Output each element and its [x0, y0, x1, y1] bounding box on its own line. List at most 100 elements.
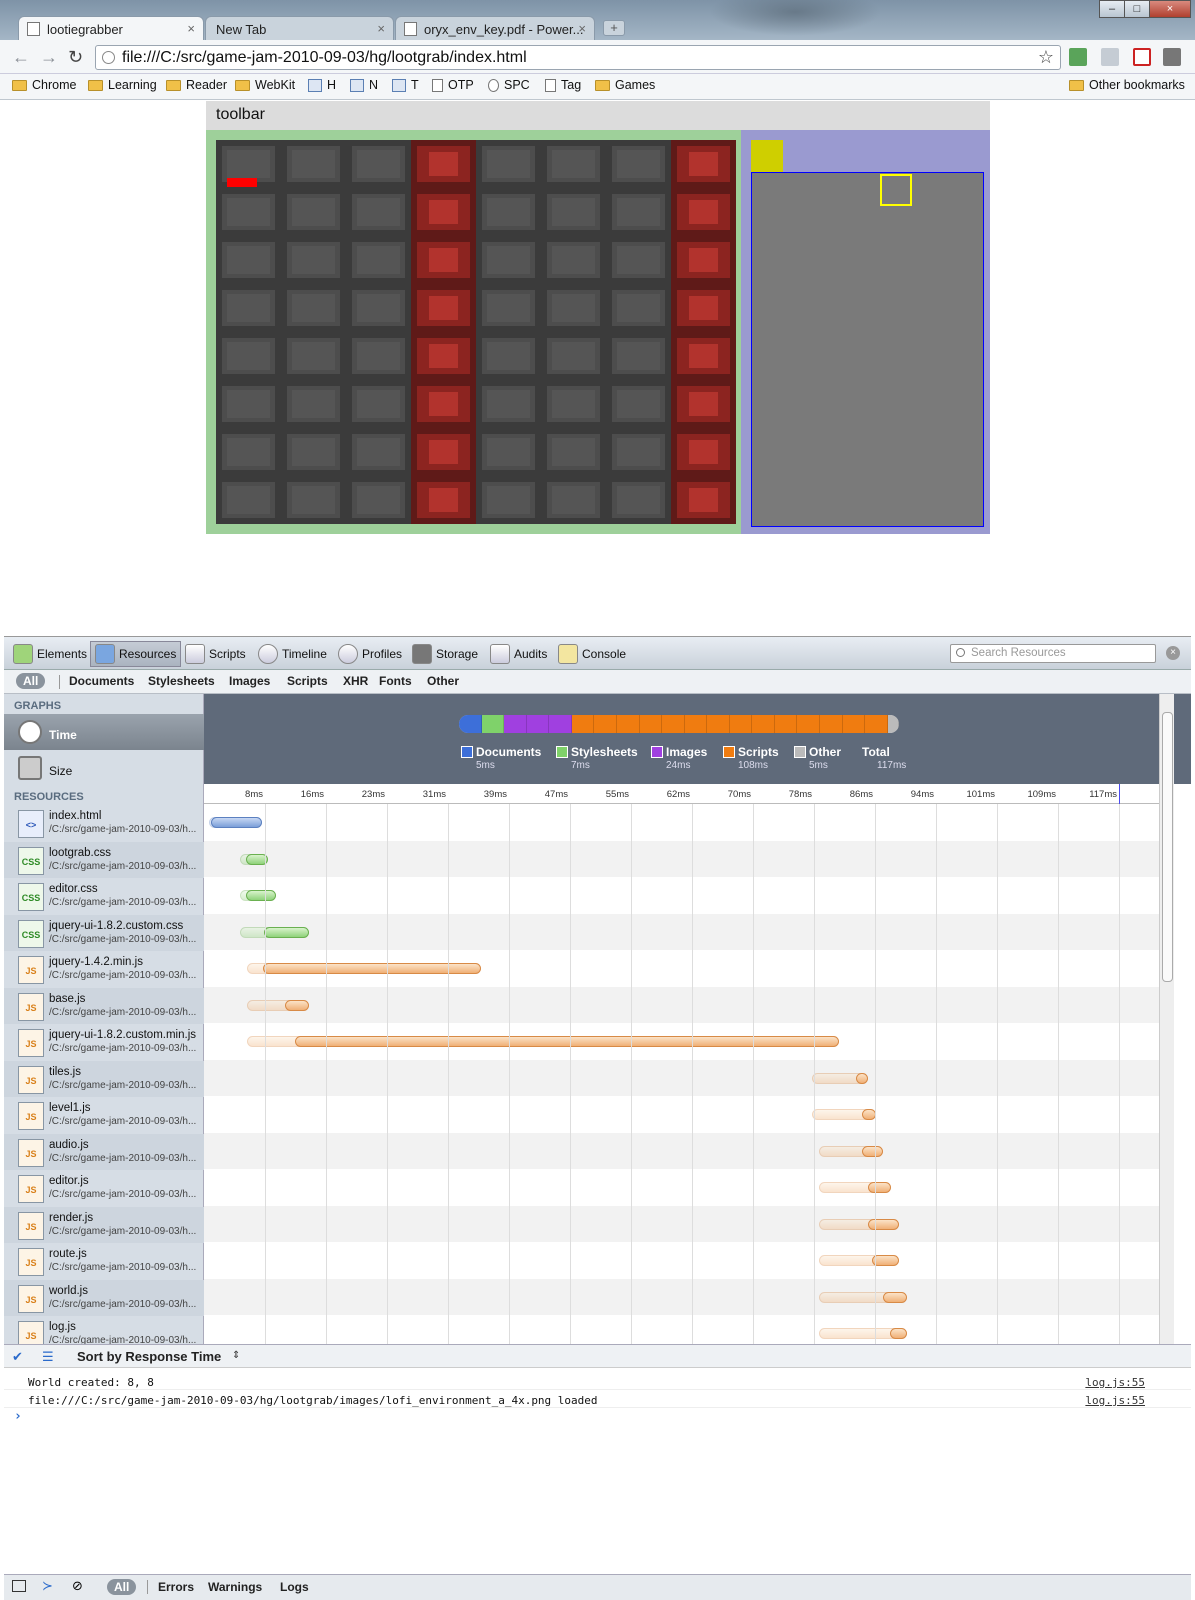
resource-item[interactable]: <> index.html/C:/src/game-jam-2010-09-03/…	[4, 805, 204, 841]
bookmark-tag[interactable]: Tag	[545, 78, 581, 92]
bookmark-h[interactable]: H	[308, 78, 336, 92]
bookmark-games[interactable]: Games	[595, 78, 655, 92]
floor-tile[interactable]	[476, 140, 541, 188]
floor-tile[interactable]	[541, 476, 606, 524]
tab-new-tab[interactable]: New Tab ×	[205, 16, 394, 40]
floor-tile[interactable]	[476, 284, 541, 332]
filter-documents[interactable]: Documents	[69, 674, 134, 688]
floor-tile[interactable]	[606, 476, 671, 524]
floor-tile[interactable]	[346, 332, 411, 380]
timeline-row[interactable]	[204, 950, 1159, 986]
floor-tile[interactable]	[541, 284, 606, 332]
floor-tile[interactable]	[216, 380, 281, 428]
floor-tile[interactable]	[541, 380, 606, 428]
lava-tile[interactable]	[411, 428, 476, 476]
panel-resources[interactable]: Resources	[90, 641, 182, 667]
floor-tile[interactable]	[216, 476, 281, 524]
lava-tile[interactable]	[411, 332, 476, 380]
floor-tile[interactable]	[346, 236, 411, 284]
lava-tile[interactable]	[671, 236, 736, 284]
console-filter-logs[interactable]: Logs	[280, 1580, 309, 1594]
floor-tile[interactable]	[281, 428, 346, 476]
panel-storage[interactable]: Storage	[412, 643, 478, 665]
resource-item[interactable]: JS render.js/C:/src/game-jam-2010-09-03/h…	[4, 1206, 204, 1243]
bookmark-otp[interactable]: OTP	[432, 78, 474, 92]
filter-stylesheets[interactable]: Stylesheets	[148, 674, 215, 688]
lava-tile[interactable]	[671, 332, 736, 380]
filter-scripts[interactable]: Scripts	[287, 674, 328, 688]
timeline-row[interactable]	[204, 1132, 1159, 1169]
floor-tile[interactable]	[541, 140, 606, 188]
lava-tile[interactable]	[671, 380, 736, 428]
floor-tile[interactable]	[346, 188, 411, 236]
panel-console[interactable]: Console	[558, 643, 626, 665]
resource-item[interactable]: JS audio.js/C:/src/game-jam-2010-09-03/h.…	[4, 1133, 204, 1170]
lava-tile[interactable]	[671, 188, 736, 236]
floor-tile[interactable]	[541, 332, 606, 380]
panel-audits[interactable]: Audits	[490, 643, 547, 665]
filter-xhr[interactable]: XHR	[343, 674, 368, 688]
floor-tile[interactable]	[281, 140, 346, 188]
lava-tile[interactable]	[671, 140, 736, 188]
floor-tile[interactable]	[346, 140, 411, 188]
selected-tile-swatch[interactable]	[751, 140, 783, 172]
other-bookmarks[interactable]: Other bookmarks	[1069, 78, 1185, 92]
lava-tile[interactable]	[671, 428, 736, 476]
timeline-row[interactable]	[204, 913, 1159, 950]
sort-select[interactable]: Sort by Response Time	[77, 1349, 221, 1364]
floor-tile[interactable]	[541, 236, 606, 284]
console-source-link[interactable]: log.js:55	[1085, 1376, 1145, 1389]
floor-tile[interactable]	[281, 476, 346, 524]
clear-console-icon[interactable]: ⊘	[72, 1578, 83, 1594]
console-toggle-icon[interactable]: ≻	[42, 1578, 53, 1594]
lava-tile[interactable]	[671, 476, 736, 524]
floor-tile[interactable]	[216, 332, 281, 380]
floor-tile[interactable]	[606, 380, 671, 428]
back-icon[interactable]: ←	[12, 48, 30, 66]
tab-pdf[interactable]: oryx_env_key.pdf - Power... ×	[395, 16, 595, 40]
floor-tile[interactable]	[346, 476, 411, 524]
floor-tile[interactable]	[281, 188, 346, 236]
panel-scripts[interactable]: Scripts	[185, 643, 246, 665]
panel-timeline[interactable]: Timeline	[258, 643, 327, 665]
close-devtools-icon[interactable]: ×	[1166, 646, 1180, 660]
console-prompt[interactable]: ›	[14, 1409, 22, 1424]
panel-elements[interactable]: Elements	[13, 643, 87, 665]
floor-tile[interactable]	[346, 428, 411, 476]
lava-tile[interactable]	[411, 476, 476, 524]
graph-time[interactable]: Time	[4, 714, 204, 750]
console-filter-errors[interactable]: Errors	[158, 1580, 194, 1594]
resource-item[interactable]: JS editor.js/C:/src/game-jam-2010-09-03/h…	[4, 1170, 204, 1206]
floor-tile[interactable]	[281, 380, 346, 428]
bookmark-chrome[interactable]: Chrome	[12, 78, 76, 92]
lava-tile[interactable]	[411, 236, 476, 284]
reload-icon[interactable]: ↻	[68, 48, 83, 66]
bookmark-reader[interactable]: Reader	[166, 78, 227, 92]
tab-close-icon[interactable]: ×	[578, 21, 586, 36]
resource-item[interactable]: JS tiles.js/C:/src/game-jam-2010-09-03/h.…	[4, 1060, 204, 1097]
floor-tile[interactable]	[606, 188, 671, 236]
floor-tile[interactable]	[346, 284, 411, 332]
minimize-button[interactable]: –	[1099, 0, 1125, 18]
bookmark-webkit[interactable]: WebKit	[235, 78, 295, 92]
floor-tile[interactable]	[281, 236, 346, 284]
timeline-row[interactable]	[204, 1023, 1159, 1059]
console-filter-all[interactable]: All	[107, 1579, 137, 1595]
timeline-row[interactable]	[204, 804, 1159, 840]
console-source-link[interactable]: log.js:55	[1085, 1394, 1145, 1407]
bookmark-spc[interactable]: SPC	[488, 78, 530, 92]
floor-tile[interactable]	[281, 332, 346, 380]
bookmark-n[interactable]: N	[350, 78, 378, 92]
resource-item[interactable]: JS level1.js/C:/src/game-jam-2010-09-03/h…	[4, 1097, 204, 1133]
timeline-row[interactable]	[204, 1278, 1159, 1315]
floor-tile[interactable]	[606, 140, 671, 188]
floor-tile[interactable]	[476, 380, 541, 428]
floor-tile[interactable]	[476, 476, 541, 524]
search-resources-input[interactable]: Search Resources	[950, 644, 1156, 663]
bookmark-learning[interactable]: Learning	[88, 78, 157, 92]
timeline-row[interactable]	[204, 1096, 1159, 1132]
dock-icon[interactable]	[12, 1580, 26, 1592]
floor-tile[interactable]	[216, 188, 281, 236]
timeline-row[interactable]	[204, 840, 1159, 877]
forward-icon[interactable]: →	[40, 48, 58, 66]
